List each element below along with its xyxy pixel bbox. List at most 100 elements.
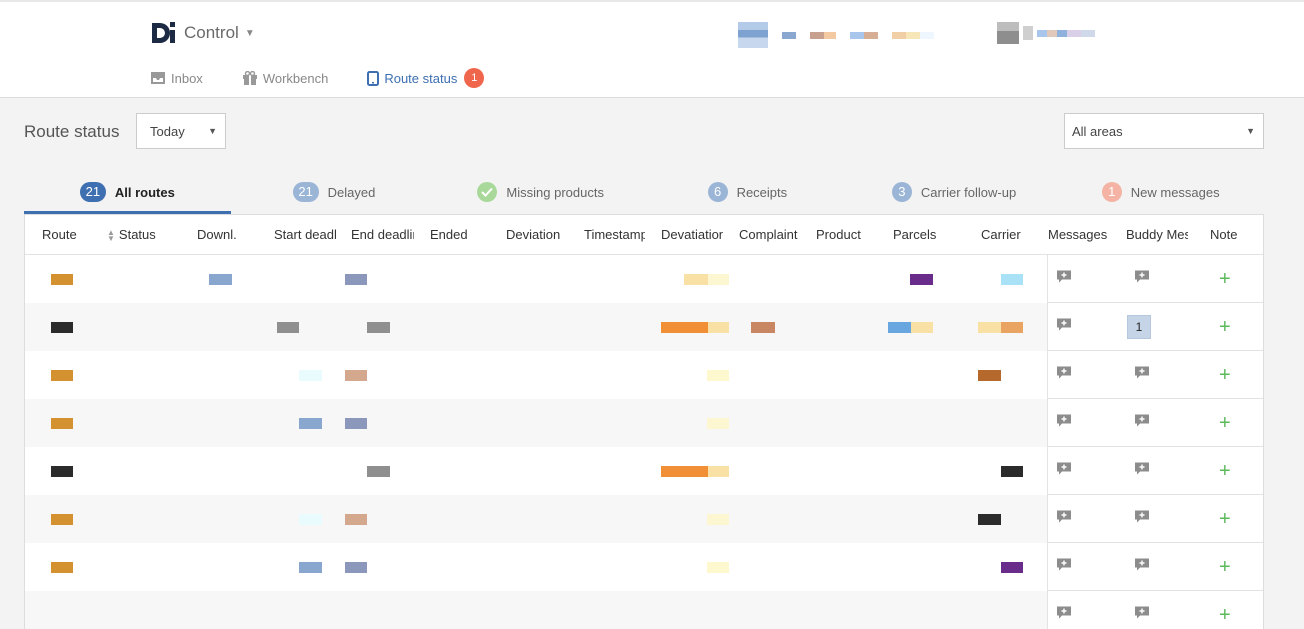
buddy-message-count[interactable]: 1 <box>1127 314 1151 339</box>
di-logo <box>150 20 178 46</box>
nav-route-status[interactable]: Route status 1 <box>367 68 485 88</box>
add-message-icon[interactable] <box>1056 605 1072 624</box>
add-message-icon[interactable] <box>1056 365 1072 384</box>
table-row[interactable]: + <box>25 591 1263 629</box>
redacted-cell-value <box>978 514 1001 525</box>
add-note-icon[interactable]: + <box>1219 365 1231 385</box>
col-downloaded[interactable]: Downl. <box>197 215 267 255</box>
redacted-cell-value <box>1001 466 1023 477</box>
table-row[interactable]: 1 + <box>25 303 1263 351</box>
add-buddy-message-icon[interactable] <box>1134 509 1150 528</box>
redacted-cell-value <box>345 418 367 429</box>
col-buddy-messages[interactable]: Buddy Messages <box>1126 215 1188 255</box>
table-row[interactable]: + <box>25 399 1263 447</box>
redacted-cell-value <box>51 418 73 429</box>
add-buddy-message-icon[interactable] <box>1134 365 1150 384</box>
redacted-cell-value <box>277 322 299 333</box>
col-complaint[interactable]: Complaint <box>739 215 802 255</box>
redacted-cell-value <box>209 274 232 285</box>
tab-all-routes[interactable]: 21 All routes <box>24 170 231 214</box>
date-filter-select[interactable]: Today ▼ <box>136 113 226 149</box>
tab-new-messages[interactable]: 1 New messages <box>1057 170 1264 214</box>
add-message-icon[interactable] <box>1056 557 1072 576</box>
redacted-cell-value <box>367 466 390 477</box>
table-row[interactable]: + <box>25 447 1263 495</box>
table-row[interactable]: + <box>25 495 1263 543</box>
add-buddy-message-icon[interactable] <box>1134 413 1150 432</box>
redacted-cell-value <box>661 322 708 333</box>
tab-label: Delayed <box>327 184 376 200</box>
redacted-cell-value <box>978 370 1001 381</box>
col-devatiation[interactable]: Devatiation <box>661 215 723 255</box>
tab-missing-products[interactable]: Missing products <box>437 170 644 214</box>
tab-label: New messages <box>1130 184 1220 200</box>
tab-carrier-follow-up[interactable]: 3 Carrier follow-up <box>851 170 1058 214</box>
row-actions: + <box>1047 447 1263 495</box>
redacted-cell-value <box>1001 274 1023 285</box>
add-buddy-message-icon[interactable] <box>1134 557 1150 576</box>
tab-count: 21 <box>292 182 319 202</box>
add-note-icon[interactable]: + <box>1219 509 1231 529</box>
redacted-cell-value <box>51 514 73 525</box>
add-note-icon[interactable]: + <box>1219 317 1231 337</box>
add-note-icon[interactable]: + <box>1219 557 1231 577</box>
table-header: Route ▲▼Status Downl. Start deadline End… <box>25 215 1263 255</box>
user-menu[interactable] <box>997 22 1095 44</box>
chevron-down-icon: ▼ <box>208 126 217 136</box>
redacted-cell-value <box>708 466 729 477</box>
col-end-deadline[interactable]: End deadline <box>351 215 414 255</box>
nav-route-status-label: Route status <box>384 70 458 86</box>
nav-inbox[interactable]: Inbox <box>150 71 203 86</box>
add-note-icon[interactable]: + <box>1219 413 1231 433</box>
redacted-cell-value <box>299 418 322 429</box>
col-ended[interactable]: Ended <box>430 215 500 255</box>
tab-delayed[interactable]: 21 Delayed <box>231 170 438 214</box>
col-parcels[interactable]: Parcels <box>893 215 963 255</box>
col-note[interactable]: Note <box>1210 215 1260 255</box>
redacted-cell-value <box>1001 322 1023 333</box>
col-deviation[interactable]: Deviation <box>506 215 576 255</box>
brand[interactable]: Control ▼ <box>150 20 255 46</box>
routes-table: Route ▲▼Status Downl. Start deadline End… <box>24 214 1264 629</box>
add-buddy-message-icon[interactable] <box>1134 461 1150 480</box>
table-row[interactable]: + <box>25 351 1263 399</box>
add-message-icon[interactable] <box>1056 461 1072 480</box>
area-filter-select[interactable]: All areas ▼ <box>1064 113 1264 149</box>
row-actions: + <box>1047 351 1263 399</box>
redacted-cell-value <box>888 322 911 333</box>
nav-route-status-badge: 1 <box>464 68 485 88</box>
add-message-icon[interactable] <box>1056 269 1072 288</box>
col-timestamp[interactable]: Timestamp <box>584 215 645 255</box>
col-start-deadline[interactable]: Start deadline <box>274 215 337 255</box>
col-product[interactable]: Product <box>816 215 886 255</box>
tab-receipts[interactable]: 6 Receipts <box>644 170 851 214</box>
add-note-icon[interactable]: + <box>1219 461 1231 481</box>
col-messages[interactable]: Messages <box>1048 215 1120 255</box>
redacted-cell-value <box>51 466 73 477</box>
add-message-icon[interactable] <box>1056 509 1072 528</box>
caret-down-icon: ▼ <box>244 27 255 39</box>
add-note-icon[interactable]: + <box>1219 269 1231 289</box>
redacted-cell-value <box>51 274 73 285</box>
col-status[interactable]: ▲ ▼ Status <box>107 215 187 255</box>
table-row[interactable]: + <box>25 543 1263 591</box>
table-row[interactable]: + <box>25 255 1263 303</box>
row-data-cells <box>25 495 1047 543</box>
add-message-icon[interactable] <box>1056 317 1072 336</box>
add-buddy-message-icon[interactable] <box>1134 605 1150 624</box>
row-actions: + <box>1047 495 1263 543</box>
redacted-cell-value <box>345 514 367 525</box>
row-actions: + <box>1047 543 1263 591</box>
redacted-cell-value <box>51 322 73 333</box>
add-buddy-message-icon[interactable] <box>1134 269 1150 288</box>
redacted-cell-value <box>978 322 1001 333</box>
tab-label: Carrier follow-up <box>920 184 1017 200</box>
tab-label: All routes <box>114 184 175 200</box>
add-message-icon[interactable] <box>1056 413 1072 432</box>
add-note-icon[interactable]: + <box>1219 605 1231 625</box>
redacted-cell-value <box>51 562 73 573</box>
nav-workbench[interactable]: Workbench <box>242 71 328 86</box>
col-route[interactable]: Route <box>42 215 92 255</box>
col-carrier[interactable]: Carrier <box>981 215 1041 255</box>
tab-count: 3 <box>891 182 912 202</box>
